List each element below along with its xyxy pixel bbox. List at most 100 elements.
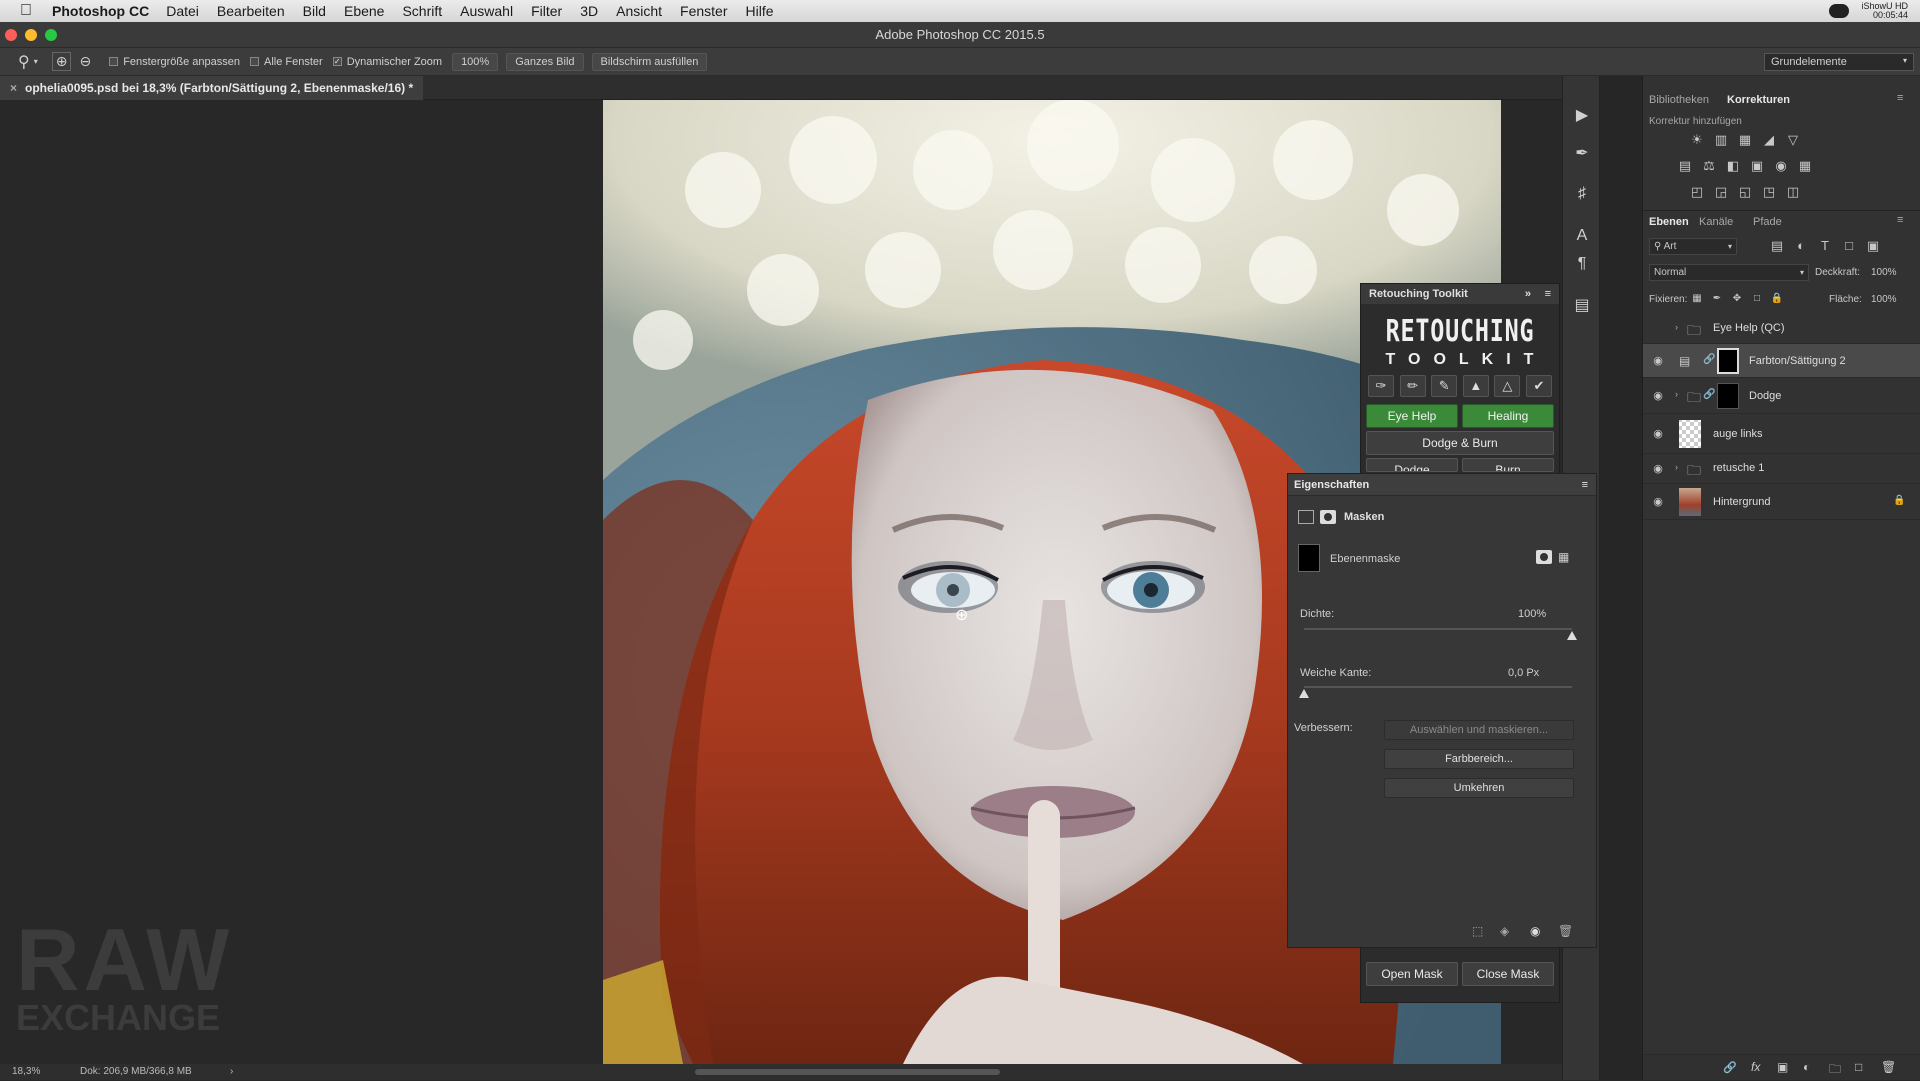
- menu-bild[interactable]: Bild: [303, 3, 326, 19]
- pencil-tool-icon[interactable]: ✏: [1399, 375, 1426, 397]
- tab-libraries[interactable]: Bibliotheken: [1649, 94, 1709, 106]
- tab-channels[interactable]: Kanäle: [1699, 216, 1733, 228]
- new-group-icon[interactable]: 🗀: [1829, 1060, 1841, 1081]
- eye-icon[interactable]: ◉: [1651, 495, 1665, 509]
- color-range-button[interactable]: Farbbereich...: [1384, 749, 1574, 769]
- zoom-tool-icon[interactable]: ⚲: [18, 52, 30, 72]
- apple-icon[interactable]: : [20, 2, 42, 20]
- lock-position-icon[interactable]: ✥: [1729, 291, 1745, 307]
- eye-icon[interactable]: ◉: [1651, 462, 1665, 476]
- threshold-icon[interactable]: ◱: [1737, 184, 1753, 200]
- filter-shape-icon[interactable]: □: [1841, 238, 1857, 254]
- select-pixel-mask-icon[interactable]: [1536, 550, 1552, 564]
- opacity-value[interactable]: 100%: [1871, 267, 1897, 278]
- menu-hilfe[interactable]: Hilfe: [746, 3, 774, 19]
- menu-schrift[interactable]: Schrift: [402, 3, 442, 19]
- zoom-window-icon[interactable]: [45, 29, 57, 41]
- tab-layers[interactable]: Ebenen: [1649, 216, 1689, 228]
- zoom-in-icon[interactable]: ⊕: [51, 52, 72, 71]
- menu-ebene[interactable]: Ebene: [344, 3, 384, 19]
- app-menu[interactable]: Photoshop CC: [52, 3, 149, 19]
- visibility-off-icon[interactable]: [1651, 322, 1665, 336]
- fx-icon[interactable]: fx: [1751, 1060, 1760, 1074]
- adjustment-properties-icon[interactable]: [1298, 510, 1314, 524]
- mask-thumbnail[interactable]: [1717, 383, 1739, 409]
- delete-mask-icon[interactable]: 🗑: [1558, 924, 1573, 938]
- document-tab[interactable]: × ophelia0095.psd bei 18,3% (Farbton/Sätt…: [0, 76, 424, 100]
- stamp-tool-icon[interactable]: ▲: [1462, 375, 1489, 397]
- menu-fenster[interactable]: Fenster: [680, 3, 727, 19]
- add-vector-mask-icon[interactable]: ▦: [1558, 550, 1574, 564]
- expand-group-icon[interactable]: ›: [1675, 322, 1678, 332]
- link-icon[interactable]: 🔗: [1703, 389, 1715, 400]
- eye-help-button[interactable]: Eye Help: [1366, 404, 1458, 428]
- panel-menu-icon[interactable]: ≡: [1545, 284, 1551, 304]
- blend-mode-select[interactable]: Normal ▾: [1649, 264, 1809, 281]
- dodge-burn-button[interactable]: Dodge & Burn: [1366, 431, 1554, 455]
- status-zoom[interactable]: 18,3%: [12, 1064, 40, 1080]
- actions-play-icon[interactable]: ▶: [1572, 106, 1592, 126]
- mask-properties-icon[interactable]: [1320, 510, 1336, 524]
- tool-preset-chevron-icon[interactable]: ▾: [34, 57, 38, 66]
- eye-icon[interactable]: ◉: [1651, 427, 1665, 441]
- eye-icon[interactable]: ◉: [1651, 389, 1665, 403]
- feather-slider[interactable]: [1304, 686, 1572, 688]
- hue-saturation-icon[interactable]: ▤: [1677, 158, 1693, 174]
- toggle-mask-visibility-icon[interactable]: ◉: [1530, 924, 1540, 938]
- channel-mixer-icon[interactable]: ◉: [1773, 158, 1789, 174]
- lock-artboard-icon[interactable]: □: [1749, 291, 1765, 307]
- menu-auswahl[interactable]: Auswahl: [460, 3, 513, 19]
- exposure-icon[interactable]: ◢: [1761, 132, 1777, 148]
- color-lookup-icon[interactable]: ▦: [1797, 158, 1813, 174]
- creative-cloud-icon[interactable]: [1829, 4, 1850, 18]
- layer-row-eye-help[interactable]: › 🗀 Eye Help (QC): [1643, 314, 1920, 344]
- delete-layer-icon[interactable]: 🗑: [1881, 1060, 1896, 1074]
- color-balance-icon[interactable]: ⚖: [1701, 158, 1717, 174]
- panel-menu-icon[interactable]: ≡: [1582, 474, 1588, 496]
- new-layer-icon[interactable]: □: [1855, 1060, 1862, 1074]
- curves-icon[interactable]: ▦: [1737, 132, 1753, 148]
- density-value[interactable]: 100%: [1518, 608, 1546, 620]
- menu-3d[interactable]: 3D: [580, 3, 598, 19]
- open-mask-button[interactable]: Open Mask: [1366, 962, 1458, 986]
- filter-type-icon[interactable]: T: [1817, 238, 1833, 254]
- load-selection-icon[interactable]: ⬚: [1472, 924, 1483, 938]
- layer-row-retusche[interactable]: ◉ › 🗀 retusche 1: [1643, 454, 1920, 484]
- link-icon[interactable]: 🔗: [1703, 354, 1715, 365]
- brightness-icon[interactable]: ☀: [1689, 132, 1705, 148]
- layer-row-auge-links[interactable]: ◉ auge links: [1643, 414, 1920, 454]
- invert-button[interactable]: Umkehren: [1384, 778, 1574, 798]
- add-mask-icon[interactable]: ▣: [1777, 1060, 1788, 1074]
- panel-menu-icon[interactable]: ≡: [1897, 92, 1903, 104]
- stamp-alt-tool-icon[interactable]: △: [1494, 375, 1521, 397]
- vibrance-icon[interactable]: ▽: [1785, 132, 1801, 148]
- new-adjustment-icon[interactable]: ◐: [1803, 1060, 1810, 1074]
- layer-thumbnail[interactable]: [1679, 488, 1701, 516]
- menu-bearbeiten[interactable]: Bearbeiten: [217, 3, 285, 19]
- status-chevron-icon[interactable]: ›: [230, 1064, 233, 1080]
- levels-icon[interactable]: ▥: [1713, 132, 1729, 148]
- fill-screen-button[interactable]: Bildschirm ausfüllen: [591, 52, 708, 71]
- layer-row-hue-saturation[interactable]: ◉ ▤ 🔗 Farbton/Sättigung 2: [1643, 344, 1920, 378]
- layer-row-dodge[interactable]: ◉ › 🗀 🔗 Dodge: [1643, 378, 1920, 414]
- minimize-window-icon[interactable]: [25, 29, 37, 41]
- lock-all-icon[interactable]: 🔒: [1769, 291, 1785, 307]
- menu-filter[interactable]: Filter: [531, 3, 562, 19]
- posterize-icon[interactable]: ◲: [1713, 184, 1729, 200]
- zoom-100-button[interactable]: 100%: [452, 52, 499, 71]
- layer-row-hintergrund[interactable]: ◉ Hintergrund 🔒: [1643, 484, 1920, 520]
- all-windows-checkbox[interactable]: Alle Fenster: [250, 56, 323, 68]
- paragraph-icon[interactable]: ¶: [1572, 254, 1592, 274]
- panel-menu-icon[interactable]: ≡: [1897, 214, 1903, 226]
- layer-thumbnail[interactable]: [1679, 420, 1701, 448]
- close-mask-button[interactable]: Close Mask: [1462, 962, 1554, 986]
- expand-group-icon[interactable]: ›: [1675, 462, 1678, 472]
- filter-smart-object-icon[interactable]: ▣: [1865, 238, 1881, 254]
- black-white-icon[interactable]: ◧: [1725, 158, 1741, 174]
- invert-adjustment-icon[interactable]: ◰: [1689, 184, 1705, 200]
- filter-pixel-icon[interactable]: ▤: [1769, 238, 1785, 254]
- fit-screen-button[interactable]: Ganzes Bild: [506, 52, 584, 71]
- tab-adjustments[interactable]: Korrekturen: [1727, 94, 1790, 106]
- tab-paths[interactable]: Pfade: [1753, 216, 1782, 228]
- photo-filter-icon[interactable]: ▣: [1749, 158, 1765, 174]
